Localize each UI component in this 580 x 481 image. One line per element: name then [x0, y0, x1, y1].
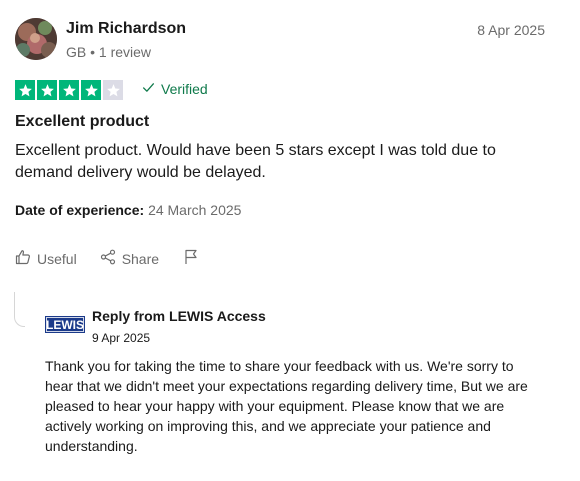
- svg-text:LEWIS: LEWIS: [46, 318, 84, 332]
- star-icon: [37, 80, 57, 100]
- reply-date: 9 Apr 2025: [92, 331, 151, 345]
- share-button[interactable]: Share: [100, 249, 159, 268]
- avatar[interactable]: [15, 18, 57, 60]
- review-actions: Useful Share: [15, 249, 199, 268]
- reply-connector: [14, 292, 25, 327]
- star-icon: [59, 80, 79, 100]
- experience-date: 24 March 2025: [148, 202, 242, 218]
- thumbs-up-icon: [15, 249, 31, 268]
- reviewer-meta: GB • 1 review: [66, 44, 152, 60]
- date-of-experience: Date of experience: 24 March 2025: [15, 202, 241, 218]
- experience-label: Date of experience:: [15, 202, 145, 218]
- share-icon: [100, 249, 116, 268]
- reply-author: Reply from LEWIS Access: [92, 308, 266, 324]
- review-body: Excellent product. Would have been 5 sta…: [15, 142, 496, 181]
- useful-label: Useful: [37, 250, 77, 267]
- star-icon: [15, 80, 35, 100]
- company-logo: LEWIS: [45, 316, 85, 333]
- useful-button[interactable]: Useful: [15, 249, 77, 268]
- share-label: Share: [121, 250, 160, 267]
- verified-label: Verified: [161, 81, 208, 97]
- reply-body: Thank you for taking the time to share y…: [45, 358, 528, 454]
- star-icon: [103, 80, 123, 100]
- review-title: Excellent product: [15, 113, 150, 130]
- star-icon: [81, 80, 101, 100]
- flag-icon: [183, 249, 199, 268]
- verified-badge: Verified: [142, 81, 208, 97]
- reviewer-name[interactable]: Jim Richardson: [66, 20, 186, 38]
- check-icon: [142, 81, 155, 97]
- review-date: 8 Apr 2025: [477, 22, 545, 38]
- report-button[interactable]: [183, 249, 199, 268]
- star-rating: [15, 80, 123, 100]
